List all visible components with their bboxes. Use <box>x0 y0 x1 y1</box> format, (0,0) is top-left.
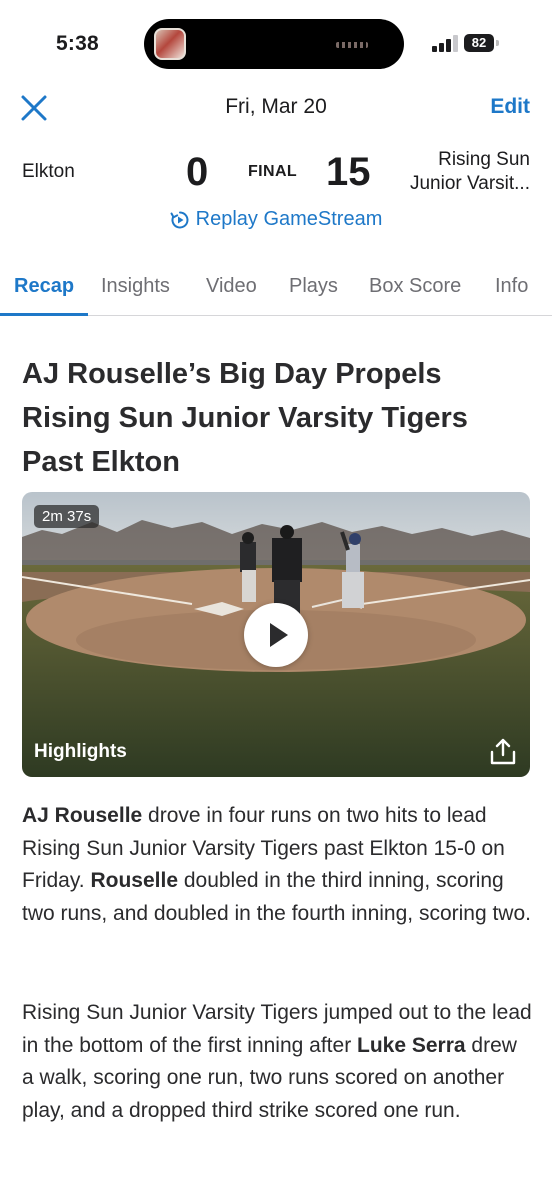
away-team-line1: Rising Sun <box>438 149 530 170</box>
battery-tip <box>496 40 499 46</box>
play-icon <box>270 623 288 647</box>
play-button[interactable] <box>244 603 308 667</box>
tab-insights[interactable]: Insights <box>101 275 170 298</box>
article-paragraph-2: Rising Sun Junior Varsity Tigers jumped … <box>22 997 532 1127</box>
battery-icon: 82 <box>464 34 494 52</box>
game-status: FINAL <box>248 163 298 180</box>
tab-box-score[interactable]: Box Score <box>369 275 461 298</box>
audio-wave-icon <box>336 42 368 48</box>
player-name[interactable]: AJ Rouselle <box>22 804 142 827</box>
tab-video[interactable]: Video <box>206 275 257 298</box>
status-time: 5:38 <box>56 32 99 55</box>
player-name[interactable]: Rouselle <box>90 869 178 892</box>
replay-icon <box>170 211 189 228</box>
video-duration-badge: 2m 37s <box>34 505 100 528</box>
article-paragraph-1: AJ Rouselle drove in four runs on two hi… <box>22 800 532 930</box>
replay-gamestream-button[interactable]: Replay GameStream <box>0 208 552 231</box>
highlights-video[interactable]: 2m 37s Highlights <box>22 492 530 777</box>
tab-bar: Recap Insights Video Plays Box Score Inf… <box>0 262 552 316</box>
edit-button[interactable]: Edit <box>490 95 530 119</box>
dynamic-island[interactable] <box>144 19 404 69</box>
share-icon[interactable] <box>488 737 518 767</box>
tab-info[interactable]: Info <box>495 275 528 298</box>
away-score: 15 <box>326 150 371 194</box>
now-playing-thumbnail <box>154 28 186 60</box>
home-score: 0 <box>186 150 209 194</box>
game-date: Fri, Mar 20 <box>225 95 327 118</box>
player-name[interactable]: Luke Serra <box>357 1034 466 1057</box>
replay-label: Replay GameStream <box>195 208 383 230</box>
tab-plays[interactable]: Plays <box>289 275 338 298</box>
home-team-name[interactable]: Elkton <box>22 161 75 183</box>
article-headline: AJ Rouselle’s Big Day Propels Rising Sun… <box>22 358 468 478</box>
tab-recap[interactable]: Recap <box>14 275 74 298</box>
video-title: Highlights <box>34 741 127 762</box>
status-bar: 5:38 82 <box>0 0 552 80</box>
away-team-name[interactable]: Rising Sun Junior Varsit... <box>370 148 530 196</box>
away-team-line2: Junior Varsit... <box>409 173 530 194</box>
signal-icon <box>432 35 458 52</box>
active-tab-indicator <box>0 313 88 316</box>
